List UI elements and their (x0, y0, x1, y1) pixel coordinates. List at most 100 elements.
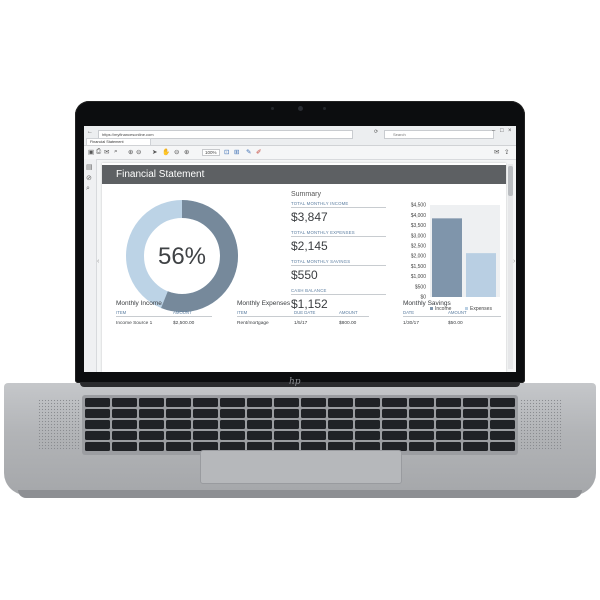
table-title: Monthly Income (116, 300, 162, 307)
keyboard-key (382, 420, 407, 429)
laptop-base-front (18, 490, 582, 498)
y-tick-label: $2,500 (411, 243, 427, 249)
mail-icon[interactable]: ✉ (104, 148, 109, 156)
next-page-icon[interactable]: › (513, 258, 515, 265)
sign-icon[interactable]: ✎ (246, 148, 251, 156)
zoom-level[interactable]: 100% (202, 149, 220, 156)
keyboard-key (193, 398, 218, 407)
keyboard-key (166, 442, 191, 451)
zoom-icon[interactable]: ⌕ (114, 148, 118, 156)
back-arrow-icon[interactable]: ← (87, 129, 93, 135)
scrollbar-thumb[interactable] (508, 166, 513, 196)
maximize-icon[interactable]: □ (500, 128, 504, 134)
summary-value: $3,847 (291, 210, 328, 224)
keyboard-key (490, 442, 515, 451)
fit-width-icon[interactable]: ⊞ (234, 148, 239, 156)
highlight-icon[interactable]: ✐ (256, 148, 261, 156)
close-icon[interactable]: × (508, 128, 512, 134)
keyboard-key (247, 409, 272, 418)
table-title: Monthly Savings (403, 300, 451, 307)
keyboard-key (139, 409, 164, 418)
column-header: AMOUNT (339, 310, 358, 315)
keyboard-key (274, 409, 299, 418)
table-cell: $2,500.00 (173, 321, 195, 326)
y-tick-label: $1,500 (411, 264, 427, 270)
y-tick-label: $500 (415, 284, 426, 290)
summary-item: TOTAL MONTHLY INCOME $3,847 (291, 201, 386, 224)
table-title: Monthly Expenses (237, 300, 291, 307)
keyboard-key (85, 420, 110, 429)
keyboard-key (301, 409, 326, 418)
page-up-icon[interactable]: ⊕ (128, 148, 133, 156)
pdf-toolbar: ▣ ⎙ ✉ ⌕ ⊕ ⊖ ➤ ✋ ⊖ ⊕ 100% ⊡ ⊞ ✎ ✐ ✉ ⇪ (84, 146, 516, 160)
column-header: DUE DATE (294, 310, 316, 315)
comment-icon[interactable]: ✉ (494, 148, 499, 156)
tab-financial-statement[interactable]: Financial Statement (86, 138, 151, 145)
pages-icon[interactable]: ▤ (86, 163, 93, 171)
keyboard-key (436, 431, 461, 440)
keyboard-key (139, 431, 164, 440)
save-icon[interactable]: ▣ (88, 148, 94, 156)
keyboard-key (463, 420, 488, 429)
keyboard-key (490, 409, 515, 418)
keyboard-key (463, 398, 488, 407)
keyboard-key (328, 398, 353, 407)
keyboard-key (220, 420, 245, 429)
monthly-income-table: Monthly Income ITEM AMOUNT Income Source… (116, 300, 212, 326)
keyboard-key (166, 398, 191, 407)
table-header: ITEM DUE DATE AMOUNT (237, 307, 369, 317)
summary-label: CASH BALANCE (291, 288, 386, 295)
keyboard-key (193, 420, 218, 429)
keyboard-key (355, 420, 380, 429)
keyboard-key (166, 409, 191, 418)
touchpad (200, 450, 402, 484)
column-header: AMOUNT (173, 310, 192, 315)
keyboard-key (328, 431, 353, 440)
zoom-in-icon[interactable]: ⊕ (184, 148, 189, 156)
summary-value: $550 (291, 268, 318, 282)
table-row: 1/30/17 $50.00 (403, 317, 501, 326)
monthly-savings-table: Monthly Savings DATE AMOUNT 1/30/17 $50.… (403, 300, 501, 326)
laptop-photo: hp ← https://myfinancesonline.com ⟳ ⌕ Se… (0, 0, 600, 600)
refresh-icon[interactable]: ⟳ (374, 129, 378, 135)
summary-item: TOTAL MONTHLY SAVINGS $550 (291, 259, 386, 282)
keyboard-key (139, 420, 164, 429)
keyboard-key (355, 398, 380, 407)
share-icon[interactable]: ⇪ (504, 148, 509, 156)
keyboard-key (139, 398, 164, 407)
table-cell: 1/30/17 (403, 321, 420, 326)
keyboard-key (490, 431, 515, 440)
summary-item: TOTAL MONTHLY EXPENSES $2,145 (291, 230, 386, 253)
keyboard-key (166, 431, 191, 440)
keyboard-key (436, 420, 461, 429)
search-input[interactable]: Search (384, 130, 494, 139)
select-tool-icon[interactable]: ➤ (152, 148, 157, 156)
search-icon[interactable]: ⌕ (86, 185, 90, 193)
summary-value: $2,145 (291, 239, 328, 253)
keyboard-key (85, 431, 110, 440)
ir-sensor (323, 107, 326, 110)
fit-page-icon[interactable]: ⊡ (224, 148, 229, 156)
document-page: Financial Statement 56% Summary TOTAL MO… (102, 163, 506, 372)
prev-page-icon[interactable]: ‹ (97, 258, 99, 265)
column-header: ITEM (237, 310, 248, 315)
zoom-out-icon[interactable]: ⊖ (174, 148, 179, 156)
page-down-icon[interactable]: ⊖ (136, 148, 141, 156)
y-tick-label: $2,000 (411, 254, 427, 260)
attachment-icon[interactable]: ⊘ (86, 174, 92, 182)
screen: ← https://myfinancesonline.com ⟳ ⌕ Searc… (84, 126, 516, 372)
summary-panel: Summary TOTAL MONTHLY INCOME $3,847 TOTA… (291, 191, 386, 317)
vertical-scrollbar[interactable] (508, 164, 513, 369)
column-header: ITEM (116, 310, 127, 315)
keyboard-key (382, 409, 407, 418)
keyboard-key (355, 409, 380, 418)
keyboard-key (463, 409, 488, 418)
keyboard-key (436, 398, 461, 407)
keyboard-key (490, 398, 515, 407)
minimize-icon[interactable]: – (492, 128, 495, 134)
keyboard-key (409, 420, 434, 429)
keyboard-key (409, 431, 434, 440)
keyboard-key (166, 420, 191, 429)
print-icon[interactable]: ⎙ (96, 148, 101, 156)
hand-tool-icon[interactable]: ✋ (162, 148, 170, 156)
